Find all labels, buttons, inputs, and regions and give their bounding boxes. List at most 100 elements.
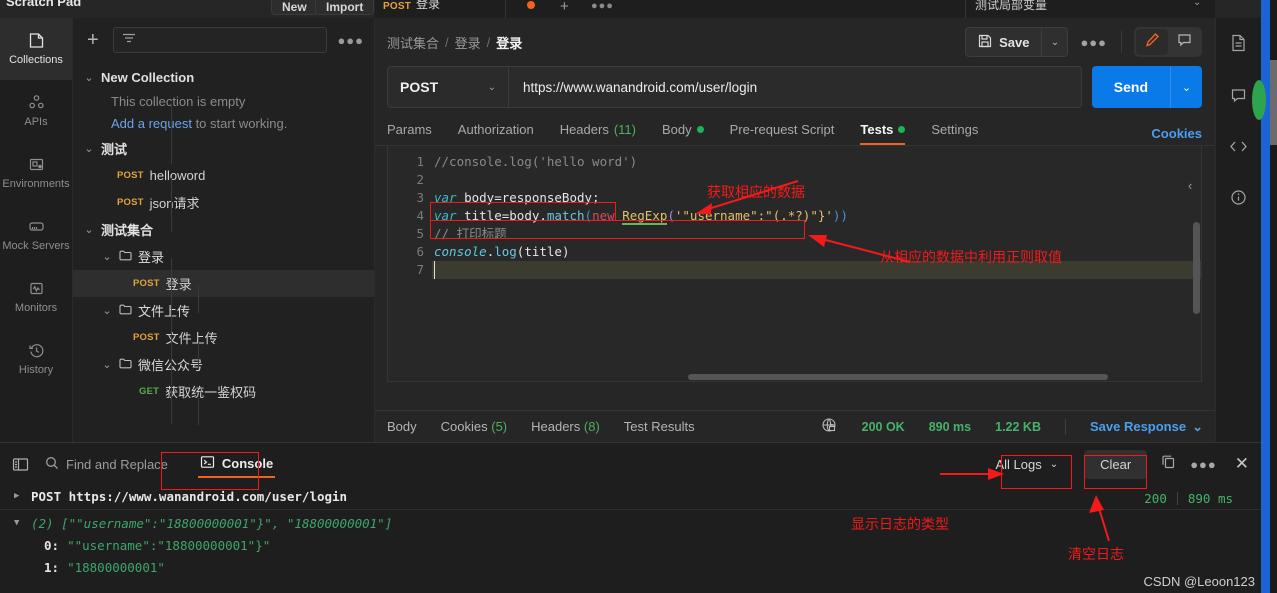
tab-settings[interactable]: Settings: [931, 122, 978, 145]
folder-wenjianshangchuan[interactable]: ⌄ 文件上传: [73, 297, 374, 324]
chevron-down-icon[interactable]: ▼: [14, 518, 23, 528]
line-number: 3: [416, 190, 424, 205]
cookies-link[interactable]: Cookies: [1151, 126, 1202, 141]
code-token: (: [667, 208, 675, 223]
console-toolbar: Find and Replace Console All Logs ⌄ Clea…: [0, 443, 1261, 485]
comment-mode-button[interactable]: [1168, 29, 1200, 55]
editor-vertical-scrollbar[interactable]: [1193, 222, 1200, 314]
code-token: body=responseBody;: [456, 190, 600, 205]
log-entry-array[interactable]: ▼ (2) [""username":"18800000001"}", "188…: [0, 512, 1261, 534]
empty-collection-text: This collection is empty: [111, 94, 246, 109]
folder-denglu[interactable]: ⌄ 登录: [73, 243, 374, 270]
tab-tests[interactable]: Tests: [860, 122, 906, 145]
folder-weixin[interactable]: ⌄ 微信公众号: [73, 351, 374, 378]
response-tab-test-results[interactable]: Test Results: [624, 419, 695, 434]
sidebar-item-apis[interactable]: APIs: [0, 80, 72, 142]
sidebar-item-history[interactable]: History: [0, 328, 72, 390]
divider: [505, 0, 506, 18]
send-dropdown-button[interactable]: ⌄: [1170, 66, 1202, 108]
chevron-down-icon[interactable]: ⌄: [1193, 0, 1201, 8]
save-dropdown-button[interactable]: ⌄: [1042, 27, 1069, 57]
console-more-button[interactable]: ●●●: [1190, 457, 1217, 472]
chevron-right-icon[interactable]: ▶: [14, 491, 23, 501]
environment-selector[interactable]: 测试局部变量: [975, 0, 1047, 13]
import-button[interactable]: Import: [315, 0, 375, 15]
log-array-header: (2) [""username":"18800000001"}", "18800…: [31, 515, 393, 531]
divider: [1176, 492, 1178, 505]
new-button[interactable]: New: [271, 0, 318, 15]
chevron-down-icon: ⌄: [1192, 418, 1203, 434]
tab-console[interactable]: Console: [190, 449, 283, 480]
breadcrumb-item-1[interactable]: 登录: [455, 33, 481, 52]
tab-authorization[interactable]: Authorization: [458, 122, 534, 145]
postman-window: Scratch Pad New Import Collections APIs: [0, 0, 1277, 593]
tab-headers[interactable]: Headers (11): [560, 122, 636, 145]
request-tab-denglu[interactable]: POST 登录: [383, 0, 440, 12]
url-input[interactable]: https://www.wanandroid.com/user/login: [509, 66, 1082, 108]
scratch-pad-label[interactable]: Scratch Pad: [6, 0, 81, 9]
collection-new-collection[interactable]: ⌄ New Collection: [73, 64, 374, 91]
breadcrumb: 测试集合 / 登录 / 登录: [387, 33, 522, 52]
comment-icon[interactable]: [1230, 87, 1247, 109]
copy-icon[interactable]: [1161, 454, 1176, 474]
tab-pre-request-script[interactable]: Pre-request Script: [730, 122, 835, 145]
save-response-button[interactable]: Save Response ⌄: [1090, 419, 1203, 435]
find-and-replace-button[interactable]: Find and Replace: [45, 456, 168, 473]
request-more-button[interactable]: ●●●: [1080, 35, 1107, 50]
collections-icon: [28, 32, 45, 49]
request-name: json请求: [149, 196, 200, 211]
code-snippet-icon[interactable]: [1229, 139, 1248, 159]
collection-ceshi[interactable]: ⌄ 测试: [73, 135, 374, 162]
collection-ceshijihe[interactable]: ⌄ 测试集合: [73, 216, 374, 243]
comment-icon: [1177, 32, 1192, 52]
sidebar-item-environments[interactable]: Environments: [0, 142, 72, 204]
collapse-panel-icon[interactable]: ‹: [1188, 178, 1192, 193]
request-jianquanma[interactable]: GET 获取统一鉴权码: [73, 378, 374, 405]
sidebar-item-mock-servers[interactable]: Mock Servers: [0, 204, 72, 266]
tab-params[interactable]: Params: [387, 122, 432, 145]
documentation-icon[interactable]: [1230, 34, 1247, 57]
new-collection-button[interactable]: +: [83, 30, 103, 50]
sidebar-label-environments: Environments: [2, 178, 70, 190]
request-panel: 测试集合 / 登录 / 登录 Save ⌄ ●●● POST ⌄ https:/…: [375, 18, 1215, 442]
response-tab-cookies[interactable]: Cookies (5): [441, 419, 507, 434]
sidebar-more-button[interactable]: ●●●: [337, 33, 364, 48]
new-tab-button[interactable]: +: [560, 0, 569, 15]
log-entry-request[interactable]: ▶ POST https://www.wanandroid.com/user/l…: [0, 485, 1261, 507]
response-tab-headers[interactable]: Headers (8): [531, 419, 600, 434]
layout-panel-icon[interactable]: [12, 457, 29, 472]
sidebar-filter-input[interactable]: [112, 27, 328, 53]
breadcrumb-item-0[interactable]: 测试集合: [387, 33, 439, 52]
tab-more-button[interactable]: ●●●: [591, 0, 614, 12]
log-request-line: POST https://www.wanandroid.com/user/log…: [31, 488, 348, 504]
add-request-link[interactable]: Add a request: [111, 116, 192, 131]
close-icon[interactable]: ✕: [1235, 454, 1249, 474]
sidebar-item-monitors[interactable]: Monitors: [0, 266, 72, 328]
code-token: body: [509, 208, 540, 223]
line-number: 2: [416, 172, 424, 187]
monitors-icon: [28, 280, 45, 297]
send-button[interactable]: Send: [1091, 66, 1170, 108]
annotation-text-1: 获取相应的数据: [707, 184, 805, 200]
clear-console-button[interactable]: Clear: [1084, 449, 1148, 479]
tab-body[interactable]: Body: [662, 122, 704, 145]
collection-name: 测试集合: [101, 223, 154, 238]
request-json[interactable]: POST json请求: [73, 189, 374, 216]
response-tab-body[interactable]: Body: [387, 419, 417, 434]
editor-horizontal-scrollbar[interactable]: [688, 374, 1108, 380]
tab-label: Headers: [531, 419, 581, 434]
http-method-select[interactable]: POST ⌄: [387, 66, 509, 108]
save-button[interactable]: Save: [965, 27, 1043, 57]
code-token: log: [494, 244, 517, 259]
request-wenjianshangchuan[interactable]: POST 文件上传: [73, 324, 374, 351]
edit-mode-button[interactable]: [1136, 29, 1168, 55]
pencil-icon: [1145, 32, 1160, 52]
url-row: POST ⌄ https://www.wanandroid.com/user/l…: [375, 66, 1214, 108]
request-helloword[interactable]: POST helloword: [73, 162, 374, 189]
environments-icon: [28, 156, 45, 173]
body-indicator-dot-icon: [696, 126, 704, 133]
info-icon[interactable]: [1230, 189, 1247, 211]
request-denglu[interactable]: POST 登录: [73, 270, 374, 297]
panel-scrollbar-thumb[interactable]: [1270, 60, 1277, 145]
sidebar-item-collections[interactable]: Collections: [0, 18, 72, 80]
